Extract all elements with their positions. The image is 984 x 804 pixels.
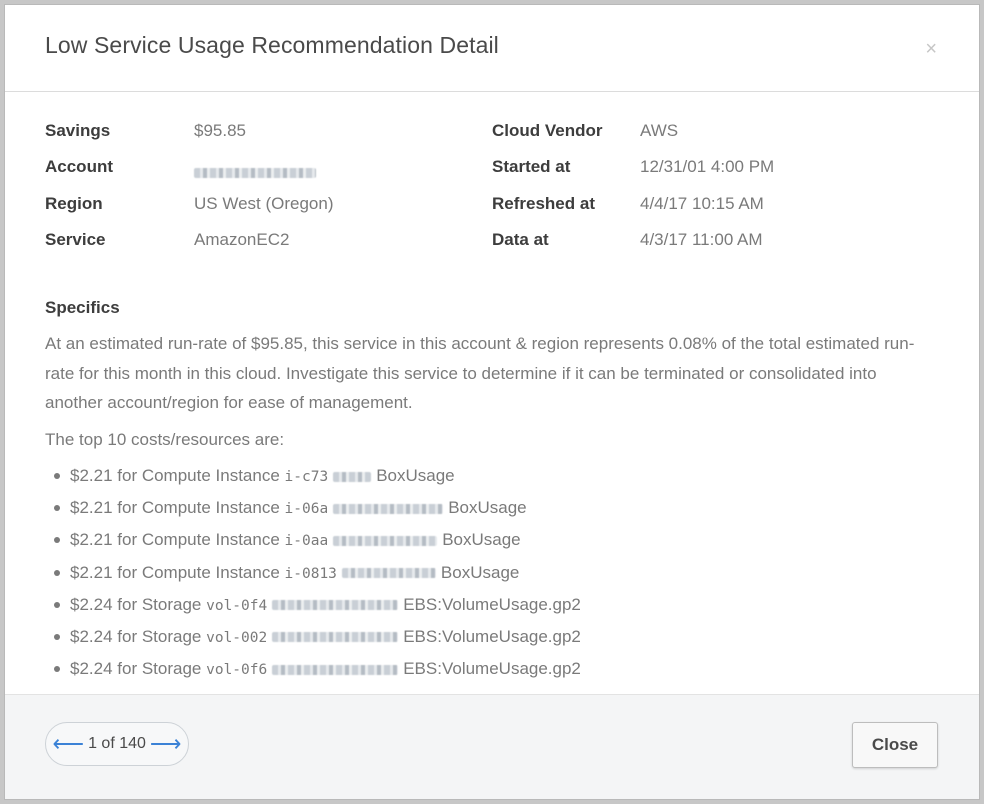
resource-id: i-0aa	[284, 533, 329, 550]
resource-id-redacted	[272, 664, 399, 675]
pagination-control: ⟵ 1 of 140 ⟶	[45, 722, 189, 766]
resource-id: vol-0f4	[206, 597, 268, 614]
usage-type: BoxUsage	[448, 498, 527, 518]
detail-value: US West (Oregon)	[194, 194, 334, 213]
cost-prefix: $2.21 for Compute Instance	[70, 498, 280, 518]
detail-value: 12/31/01 4:00 PM	[640, 157, 775, 176]
top-costs-label: The top 10 costs/resources are:	[45, 430, 285, 449]
list-item: $2.21 for Compute Instance i-0813 BoxUsag…	[45, 563, 581, 595]
detail-value: 4/3/17 11:00 AM	[640, 230, 763, 249]
modal-title: Low Service Usage Recommendation Detail	[45, 32, 499, 58]
close-button[interactable]: Close	[852, 722, 938, 768]
detail-value: $95.85	[194, 121, 246, 140]
cost-prefix: $2.21 for Compute Instance	[70, 466, 280, 485]
recommendation-modal: Low Service Usage Recommendation Detail …	[4, 4, 980, 800]
list-item: $2.24 for Storage vol-0f4 EBS:VolumeUsage…	[45, 595, 581, 627]
modal-footer: ⟵ 1 of 140 ⟶ Close	[5, 694, 979, 799]
detail-label: Data at	[492, 230, 549, 249]
list-item: $2.21 for Compute Instance i-06a BoxUsage	[45, 498, 581, 530]
detail-label: Service	[45, 230, 106, 249]
cost-prefix: $2.24 for Storage	[70, 626, 202, 646]
arrow-right-icon[interactable]: ⟶	[150, 733, 182, 755]
detail-value: AWS	[640, 121, 679, 140]
resource-id: i-0813	[284, 565, 337, 582]
specifics-paragraph: At an estimated run-rate of $95.85, this…	[45, 334, 915, 412]
arrow-left-icon[interactable]: ⟵	[53, 733, 85, 755]
cost-prefix: $2.24 for Storage	[70, 594, 202, 614]
resource-id-redacted	[333, 535, 438, 546]
list-item: $2.21 for Compute Instance i-c73 BoxUsage	[45, 466, 581, 498]
resource-id-redacted	[333, 471, 372, 482]
detail-label: Started at	[492, 157, 571, 176]
cost-prefix: $2.24 for Storage	[70, 659, 202, 679]
specifics-heading: Specifics	[45, 298, 120, 317]
detail-label: Region	[45, 194, 103, 213]
resource-id: i-06a	[284, 501, 329, 518]
resource-id: vol-002	[206, 629, 268, 646]
detail-value: 4/4/17 10:15 AM	[640, 194, 764, 213]
usage-type: BoxUsage	[442, 530, 521, 550]
account-value-redacted	[194, 162, 316, 182]
usage-type: EBS:VolumeUsage.gp2	[403, 659, 581, 679]
costs-list: $2.21 for Compute Instance i-c73 BoxUsage…	[45, 466, 581, 691]
resource-id-redacted	[272, 600, 399, 611]
usage-type: BoxUsage	[440, 562, 520, 582]
list-item: $2.24 for Storage vol-002 EBS:VolumeUsage…	[45, 627, 581, 659]
modal-header: Low Service Usage Recommendation Detail …	[5, 5, 979, 92]
resource-id-redacted	[333, 503, 444, 514]
resource-id-redacted	[272, 632, 399, 643]
detail-label: Account	[45, 157, 113, 176]
pagination-text: 1 of 140	[88, 735, 146, 752]
cost-prefix: $2.21 for Compute Instance	[70, 562, 280, 582]
resource-id: vol-0f6	[206, 662, 268, 679]
usage-type: BoxUsage	[376, 466, 455, 485]
list-item: $2.24 for Storage vol-0f6 EBS:VolumeUsage…	[45, 659, 581, 691]
detail-label: Savings	[45, 121, 111, 140]
close-icon[interactable]: ×	[925, 39, 937, 59]
detail-label: Refreshed at	[492, 194, 595, 213]
cost-prefix: $2.21 for Compute Instance	[70, 530, 280, 550]
detail-label: Cloud Vendor	[492, 121, 603, 140]
usage-type: EBS:VolumeUsage.gp2	[403, 626, 581, 646]
resource-id: i-c73	[284, 469, 329, 485]
list-item: $2.21 for Compute Instance i-0aa BoxUsage	[45, 530, 581, 562]
modal-body: Savings $95.85 Account Region US West (O…	[5, 92, 979, 698]
detail-value: AmazonEC2	[194, 230, 290, 249]
usage-type: EBS:VolumeUsage.gp2	[403, 594, 581, 614]
resource-id-redacted	[341, 568, 436, 579]
